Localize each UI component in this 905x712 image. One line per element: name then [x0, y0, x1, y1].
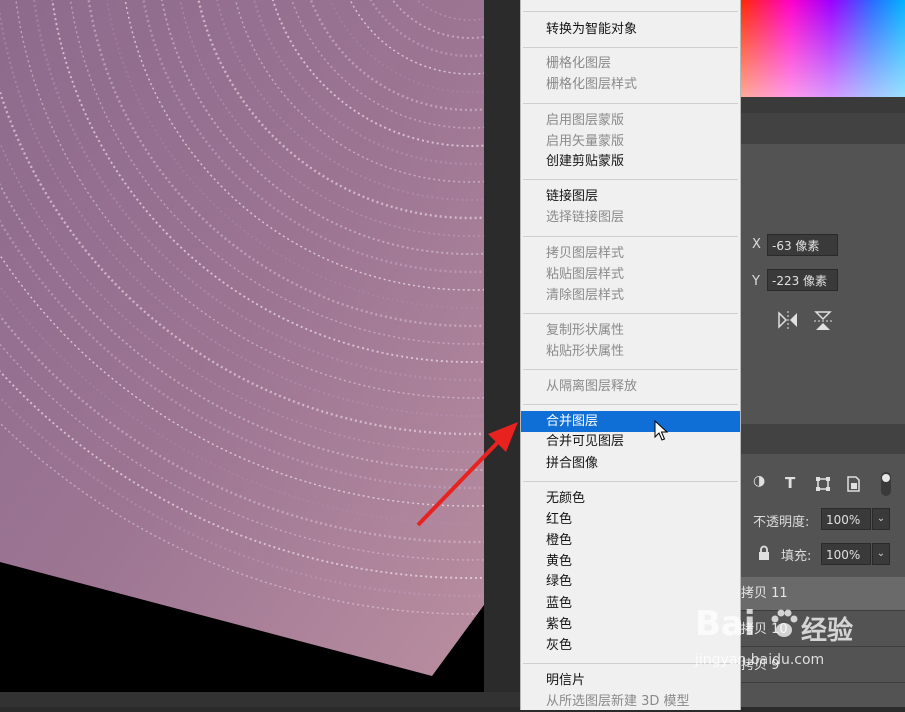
fill-field[interactable]: 100%: [821, 543, 871, 565]
menu-item-release-from-isolation: 从隔离图层释放: [546, 379, 638, 394]
menu-separator: [523, 313, 738, 314]
menu-item-paste-layer-style: 粘贴图层样式: [546, 267, 625, 282]
menu-item-color-orange[interactable]: 橙色: [521, 530, 740, 551]
filter-toggle-icon[interactable]: [879, 471, 893, 497]
menu-separator: [523, 481, 738, 482]
menu-separator: [523, 47, 738, 48]
menu-item-rasterize-layer: 栅格化图层: [546, 56, 612, 71]
watermark-suffix: 经验: [801, 616, 854, 646]
menu-separator: [523, 103, 738, 104]
watermark-brand: Bai: [695, 604, 756, 644]
text-tool-icon[interactable]: T: [785, 474, 795, 492]
x-label: X: [752, 237, 761, 252]
y-position-field[interactable]: -223 像素: [767, 269, 838, 291]
document-canvas[interactable]: [0, 0, 484, 692]
menu-item-copy-shape-attributes: 复制形状属性: [546, 323, 625, 338]
layer-name: 拷贝 11: [741, 586, 788, 601]
menu-item-link-layers[interactable]: 链接图层: [521, 186, 740, 207]
menu-item-enable-layer-mask: 启用图层蒙版: [546, 113, 625, 128]
menu-separator: [523, 236, 738, 237]
x-position-field[interactable]: -63 像素: [767, 234, 838, 256]
paw-icon: [771, 609, 798, 637]
menu-item-copy-layer-style: 拷贝图层样式: [546, 246, 625, 261]
status-bar: [0, 692, 520, 707]
lock-icon[interactable]: [757, 545, 771, 561]
color-picker-field[interactable]: [741, 0, 905, 97]
menu-item-new-3d-from-layer: 从所选图层新建 3D 模型: [546, 694, 690, 709]
menu-separator: [523, 369, 738, 370]
opacity-dropdown[interactable]: ⌄: [872, 508, 890, 530]
transform-icon[interactable]: [815, 476, 831, 492]
menu-separator: [523, 11, 738, 12]
menu-item-create-clipping-mask[interactable]: 创建剪贴蒙版: [521, 151, 740, 172]
opacity-field[interactable]: 100%: [821, 508, 871, 530]
menu-item-paste-shape-attributes: 粘贴形状属性: [546, 344, 625, 359]
menu-item-color-yellow[interactable]: 黄色: [521, 551, 740, 572]
y-label: Y: [752, 274, 760, 289]
adjustment-icon[interactable]: ◑: [753, 473, 765, 489]
menu-item-flatten-image[interactable]: 拼合图像: [521, 453, 740, 474]
flip-vertical-icon[interactable]: [813, 310, 833, 332]
menu-separator: [523, 404, 738, 405]
fill-label: 填充:: [781, 549, 812, 564]
canvas-gutter: [484, 0, 520, 692]
menu-item-select-linked-layers: 选择链接图层: [546, 210, 625, 225]
baidu-watermark: Bai 经验 jingyan.baidu.com: [695, 602, 865, 682]
menu-item-rasterize-layer-style: 栅格化图层样式: [546, 77, 638, 92]
menu-item-clear-layer-style: 清除图层样式: [546, 288, 625, 303]
menu-item-convert-smart-object[interactable]: 转换为智能对象: [521, 19, 740, 40]
menu-separator: [523, 179, 738, 180]
layers-panel-header[interactable]: [741, 424, 905, 454]
star-trail-image: [0, 0, 484, 676]
menu-item-color-none[interactable]: 无颜色: [521, 488, 740, 509]
flip-horizontal-icon[interactable]: [777, 310, 799, 330]
menu-item-merge-layers[interactable]: 合并图层: [521, 411, 740, 432]
menu-item-color-red[interactable]: 红色: [521, 509, 740, 530]
opacity-label: 不透明度:: [753, 515, 810, 530]
smart-object-icon[interactable]: [845, 475, 861, 493]
cursor-icon: [654, 420, 669, 441]
menu-item-enable-vector-mask: 启用矢量蒙版: [546, 134, 625, 149]
menu-item-merge-visible[interactable]: 合并可见图层: [521, 431, 740, 452]
red-arrow-icon: [416, 422, 518, 527]
properties-tab-bar[interactable]: [741, 113, 905, 144]
menu-item-color-green[interactable]: 绿色: [521, 571, 740, 592]
properties-panel: X -63 像素 Y -223 像素: [741, 144, 905, 350]
fill-dropdown[interactable]: ⌄: [872, 543, 890, 565]
watermark-url: jingyan.baidu.com: [695, 652, 825, 668]
